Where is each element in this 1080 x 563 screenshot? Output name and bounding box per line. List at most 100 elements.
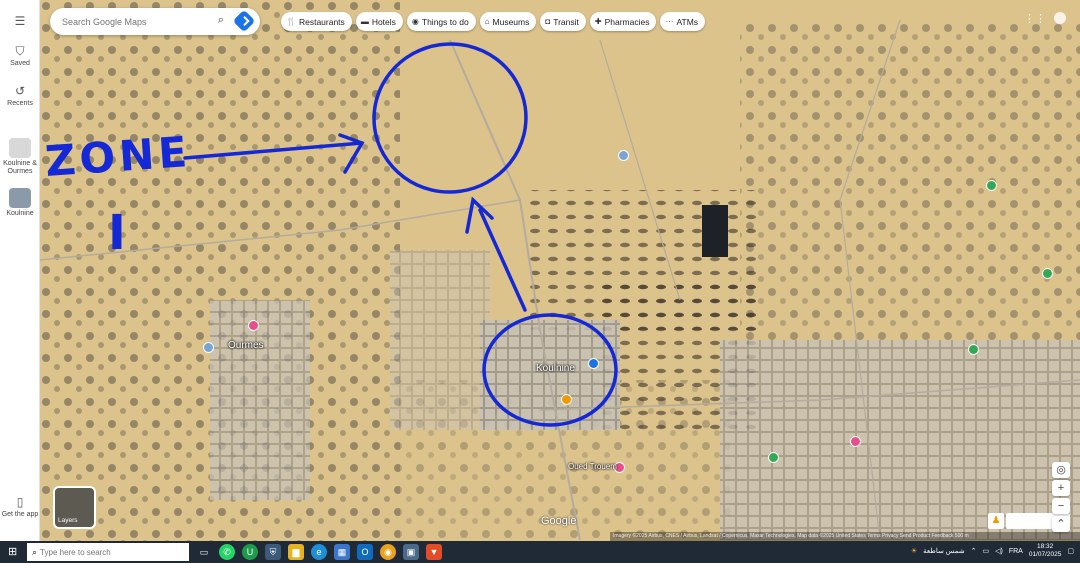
bus-icon: ◘: [545, 17, 551, 26]
directions-icon[interactable]: [232, 9, 256, 33]
search-box[interactable]: ⌕: [50, 8, 260, 35]
chip-label: ATMs: [676, 16, 699, 27]
task-view-icon[interactable]: ▭: [196, 544, 212, 560]
phone-icon: ▯: [16, 495, 24, 509]
get-app-label: Get the app: [1, 511, 39, 518]
taskbar-search[interactable]: ⌕: [27, 543, 189, 561]
map-label-oued-trouem[interactable]: Oued Trouem: [568, 462, 617, 471]
chip-label: Pharmacies: [604, 16, 650, 27]
clock[interactable]: 18:32 01/07/2025: [1029, 543, 1062, 559]
search-input[interactable]: [62, 16, 202, 27]
notifications-icon[interactable]: ▢: [1067, 547, 1074, 555]
chip-transit[interactable]: ◘ Transit: [540, 12, 586, 31]
place-pin[interactable]: [618, 150, 629, 161]
map-controls: ◎ + − ⌃: [1052, 462, 1070, 534]
camera-icon: ◉: [411, 17, 419, 26]
pharmacy-icon: ✚: [594, 17, 602, 26]
weather-icon[interactable]: ☀: [911, 547, 917, 555]
chip-things-to-do[interactable]: ◉ Things to do: [406, 12, 476, 31]
place-pin[interactable]: [768, 452, 779, 463]
file-explorer-icon[interactable]: ▆: [288, 544, 304, 560]
app-window: ☰ ⛉ Saved ↺ Recents Koulnine & Ourmes Ko…: [0, 0, 1080, 563]
left-rail: ☰ ⛉ Saved ↺ Recents Koulnine & Ourmes Ko…: [0, 0, 40, 541]
map-canvas[interactable]: ZONE I Ourmes Koulnine Oued Trouem: [40, 0, 1080, 541]
saved-label: Saved: [10, 60, 30, 67]
map-label-ourmes[interactable]: Ourmes: [228, 340, 264, 351]
windows-taskbar: ⊞ ⌕ ▭ ✆ U ⛨ ▆ e ▦ O ◉ ▣ ▼ ☀ شمس ساطعة ⌃ …: [0, 541, 1080, 563]
outlook-icon[interactable]: O: [357, 544, 373, 560]
zoom-out-button[interactable]: −: [1052, 498, 1070, 514]
clock-time: 18:32: [1036, 543, 1054, 550]
more-icon: ···: [665, 17, 674, 26]
system-tray: ☀ شمس ساطعة ⌃ ▭ ◁) FRA 18:32 01/07/2025 …: [911, 543, 1074, 559]
recent-place-2[interactable]: Koulnine: [0, 188, 40, 217]
museum-icon: ⌂: [484, 17, 490, 26]
network-icon[interactable]: ▭: [982, 547, 989, 555]
place-thumbnail: [9, 138, 31, 158]
place-pin[interactable]: [968, 344, 979, 355]
place-pin[interactable]: [588, 358, 599, 369]
chip-atms[interactable]: ··· ATMs: [660, 12, 706, 31]
chip-restaurants[interactable]: 🍴 Restaurants: [281, 12, 352, 31]
fork-knife-icon: 🍴: [286, 17, 296, 26]
windows-start-icon[interactable]: ⊞: [8, 545, 17, 558]
my-location-icon[interactable]: ◎: [1052, 462, 1070, 478]
top-right-controls: ⋮⋮: [1024, 12, 1066, 25]
menu-icon: ☰: [14, 14, 26, 28]
zone-annotation-number: I: [108, 205, 126, 261]
place-pin[interactable]: [561, 394, 572, 405]
upwork-icon[interactable]: U: [242, 544, 258, 560]
place-pin[interactable]: [248, 320, 259, 331]
recents-button[interactable]: ↺ Recents: [0, 84, 40, 107]
brave-icon[interactable]: ▼: [426, 544, 442, 560]
store-icon[interactable]: ▦: [334, 544, 350, 560]
pegman-icon[interactable]: ♟: [988, 513, 1004, 529]
zoom-in-button[interactable]: +: [1052, 480, 1070, 496]
place-pin[interactable]: [986, 180, 997, 191]
search-icon[interactable]: ⌕: [218, 14, 224, 27]
volume-icon[interactable]: ◁): [995, 547, 1003, 555]
search-icon: ⌕: [32, 546, 38, 557]
weather-text[interactable]: شمس ساطعة: [923, 547, 964, 555]
tilt-icon[interactable]: ⌃: [1052, 516, 1070, 532]
chip-label: Things to do: [421, 16, 469, 27]
chip-label: Transit: [553, 16, 579, 27]
taskbar-search-input[interactable]: [40, 547, 181, 557]
language-indicator[interactable]: FRA: [1009, 548, 1023, 555]
zone-annotation-text: ZONE: [43, 126, 193, 187]
bed-icon: ▬: [360, 17, 369, 26]
place-pin[interactable]: [203, 342, 214, 353]
edge-icon[interactable]: e: [311, 544, 327, 560]
recents-label: Recents: [7, 100, 33, 107]
monitor-icon[interactable]: ▣: [403, 544, 419, 560]
shield-icon[interactable]: ⛨: [265, 544, 281, 560]
apps-grid-icon[interactable]: ⋮⋮: [1024, 12, 1046, 25]
map-attribution: Imagery ©2025 Airbus, CNES / Airbus, Lan…: [610, 532, 1080, 541]
chevron-up-icon[interactable]: ⌃: [971, 547, 977, 555]
place-pin[interactable]: [1042, 268, 1053, 279]
place-pin[interactable]: [850, 436, 861, 447]
saved-button[interactable]: ⛉ Saved: [0, 44, 40, 67]
chip-pharmacies[interactable]: ✚ Pharmacies: [589, 12, 657, 31]
chip-label: Hotels: [371, 16, 396, 27]
category-chips: 🍴 Restaurants ▬ Hotels ◉ Things to do ⌂ Muse…: [281, 12, 706, 31]
recent-place-2-label: Koulnine: [6, 210, 34, 217]
chip-hotels[interactable]: ▬ Hotels: [355, 12, 403, 31]
get-app-button[interactable]: ▯ Get the app: [0, 495, 40, 519]
layers-label: Layers: [58, 517, 78, 524]
recent-place-1-label: Koulnine & Ourmes: [3, 160, 37, 175]
map-label-koulnine[interactable]: Koulnine: [536, 363, 575, 374]
chip-label: Restaurants: [298, 16, 345, 27]
history-icon: ↺: [14, 84, 26, 98]
recent-place-1[interactable]: Koulnine & Ourmes: [0, 138, 40, 176]
satellite-imagery: [40, 0, 1080, 541]
google-logo: Google: [541, 515, 577, 527]
whatsapp-icon[interactable]: ✆: [219, 544, 235, 560]
account-avatar[interactable]: [1054, 12, 1066, 24]
layers-button[interactable]: Layers: [53, 486, 96, 529]
place-thumbnail: [9, 188, 31, 208]
chrome-icon[interactable]: ◉: [380, 544, 396, 560]
menu-button[interactable]: ☰: [0, 14, 40, 30]
chip-label: Museums: [492, 16, 530, 27]
chip-museums[interactable]: ⌂ Museums: [479, 12, 537, 31]
